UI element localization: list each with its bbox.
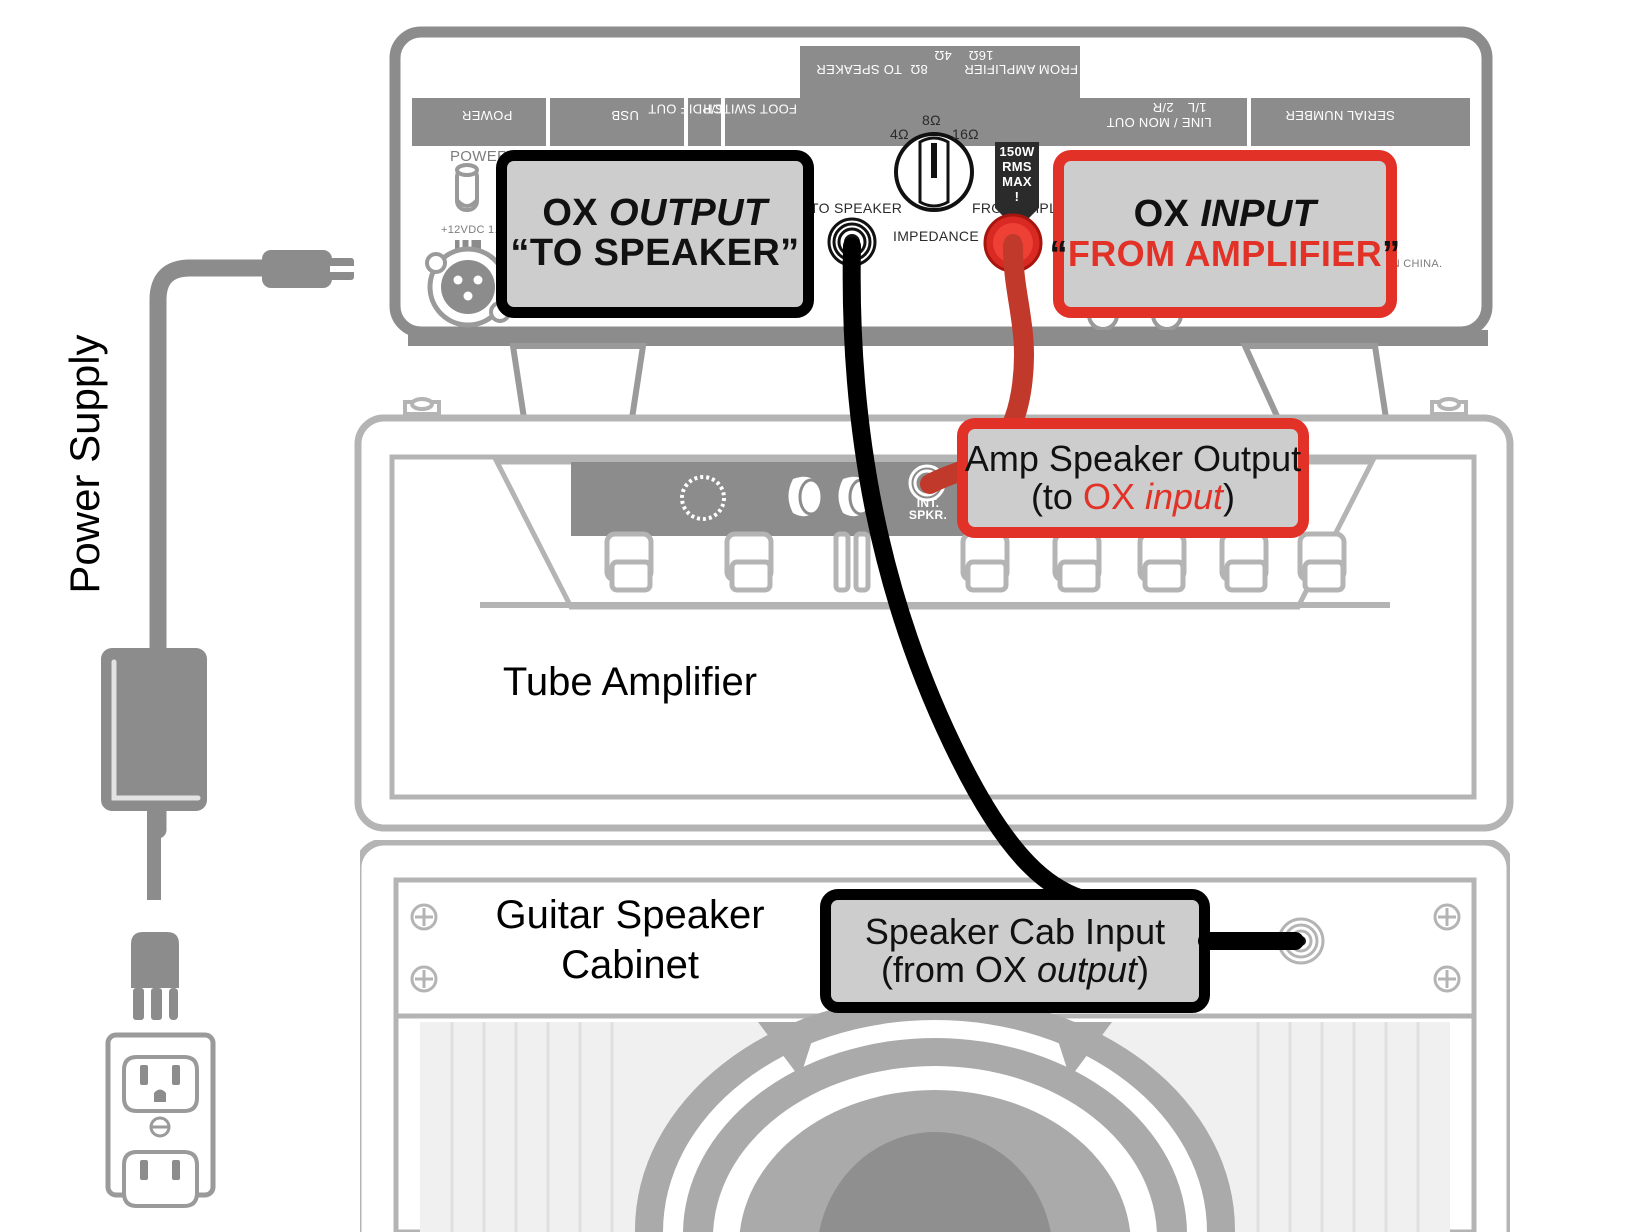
power-supply-label: Power Supply — [61, 334, 108, 594]
amp-int-spkr-label-line2: SPKR. — [908, 508, 948, 522]
ox-band-label-to-speaker: TO SPEAKER — [816, 62, 902, 77]
callout-speaker-cab-input: Speaker Cab Input (from OX output) — [820, 889, 1210, 1013]
guitar-speaker-cabinet-label: Guitar Speaker Cabinet — [455, 890, 805, 990]
ox-band-label-serial-number: SERIAL NUMBER — [1285, 108, 1395, 123]
callout-ox-input: OX INPUT “FROM AMPLIFIER” — [1049, 150, 1400, 318]
ox-impedance-mark-4ohm: 4Ω — [890, 126, 909, 142]
ox-band-impedance-8ohm: 8Ω — [910, 62, 928, 77]
ox-band-label-from-amplifier: FROM AMPLIFIER — [964, 62, 1078, 77]
ox-to-speaker-label: TO SPEAKER — [810, 200, 903, 216]
ox-band-impedance-16ohm: 16Ω — [968, 48, 994, 63]
callout-amp-line1: Amp Speaker Output — [964, 438, 1302, 480]
ox-warning-rms: RMS — [1002, 159, 1032, 174]
callout-ox-output-line2: “TO SPEAKER” — [510, 232, 800, 274]
callout-amp-line2: (to OX input) — [1030, 476, 1236, 517]
cab-label-line1: Guitar Speaker — [495, 893, 765, 937]
tube-amplifier-label: Tube Amplifier — [502, 660, 758, 704]
callout-ox-output: OX OUTPUT “TO SPEAKER” — [496, 150, 814, 318]
ox-warning-max: MAX — [1002, 174, 1032, 189]
ox-warning-150w: 150W — [999, 144, 1035, 159]
callout-ox-input-line1: OX INPUT — [1133, 193, 1317, 236]
ox-power-switch — [455, 163, 479, 212]
callout-ox-output-line1: OX OUTPUT — [542, 192, 768, 235]
power-supply-group — [101, 250, 356, 1208]
tube-amplifier-group — [354, 397, 1514, 832]
ox-band-line-out-1l: 1/L — [1187, 100, 1207, 115]
ox-impedance-mark-8ohm: 8Ω — [922, 112, 941, 128]
speaker-driver — [420, 995, 1450, 1232]
ox-impedance-label: IMPEDANCE — [893, 228, 979, 244]
ox-band-line-out-2r: 2/R — [1152, 100, 1174, 115]
cab-input-jack — [1277, 917, 1325, 965]
callout-amp-speaker-output: Amp Speaker Output (to OX input) — [957, 418, 1309, 538]
callout-ox-input-line2: “FROM AMPLIFIER” — [1049, 233, 1401, 275]
ox-impedance-knob — [894, 132, 974, 212]
ox-impedance-mark-16ohm: 16Ω — [952, 126, 979, 142]
cab-label-line2: Cabinet — [561, 943, 699, 987]
ox-band-label-line-mon-out: LINE / MON OUT — [1106, 115, 1212, 130]
ox-band-impedance-4ohm: 4Ω — [934, 48, 952, 63]
ox-band-label-foot-switch: FOOT SWITCH — [702, 101, 797, 117]
callout-cab-line1: Speaker Cab Input — [864, 911, 1166, 953]
diagram-canvas: POWER USB S/PDIF OUT FOOT SWITCH TO SPEA… — [0, 0, 1630, 1232]
ox-band-label-power: POWER — [461, 108, 513, 123]
callout-cab-line2: (from OX output) — [880, 949, 1150, 990]
